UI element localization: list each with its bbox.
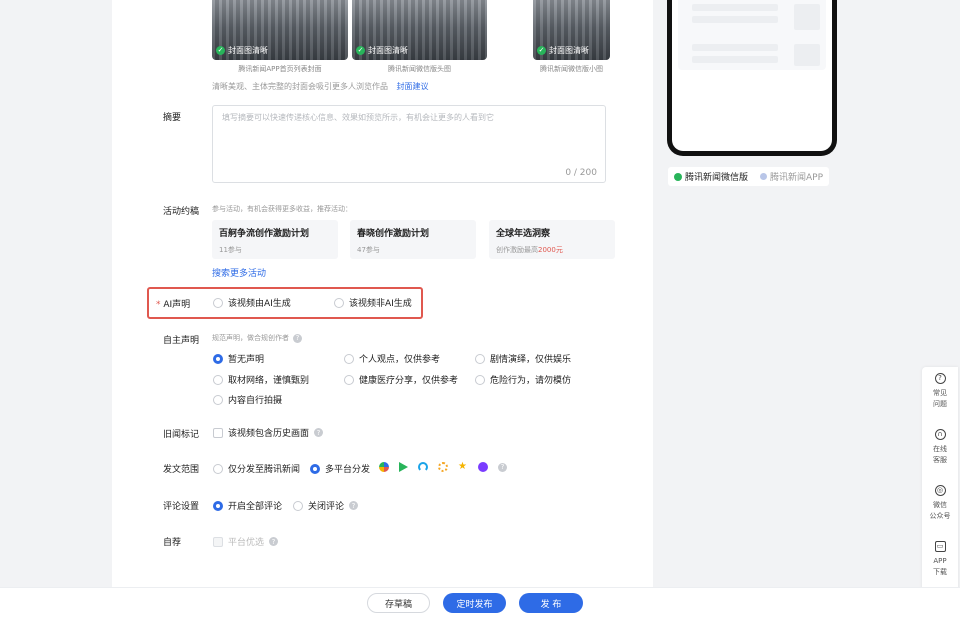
publish-button[interactable]: 发 布 <box>519 593 583 613</box>
radio-icon[interactable] <box>213 394 223 405</box>
platform-icon <box>379 462 389 472</box>
tab-app[interactable]: 腾讯新闻APP <box>754 170 829 183</box>
cover-thumb-wechat-header[interactable]: ✓ 封面图清晰 <box>352 0 487 60</box>
activity-card[interactable]: 百舸争流创作激励计划 11参与 <box>212 220 338 259</box>
cover-thumb-app-list[interactable]: ✓ 封面图清晰 <box>212 0 348 60</box>
declare-option-opinion[interactable]: 个人观点，仅供参考 <box>344 352 440 365</box>
scope-option-tencent-only[interactable]: 仅分发至腾讯新闻 <box>213 462 300 475</box>
more-activity-link[interactable]: 搜索更多活动 <box>212 266 266 279</box>
wechat-icon: ◎ <box>934 485 946 496</box>
checkbox-icon[interactable] <box>213 427 223 438</box>
summary-textarea[interactable]: 填写摘要可以快速传递核心信息、效果如预览所示，有机会让更多的人看到它 0 / 2… <box>212 105 606 183</box>
declare-option-health[interactable]: 健康医疗分享，仅供参考 <box>344 373 458 386</box>
phone-frame <box>667 0 837 156</box>
preview-panel: 腾讯新闻微信版 腾讯新闻APP <box>653 0 960 587</box>
radio-icon[interactable] <box>310 463 320 474</box>
platform-icon <box>418 462 428 472</box>
preview-tabs: 腾讯新闻微信版 腾讯新闻APP <box>668 167 830 186</box>
summary-label: 摘要 <box>163 113 182 123</box>
save-draft-button[interactable]: 存草稿 <box>367 593 430 613</box>
radio-icon[interactable] <box>475 374 485 385</box>
ai-option-generated[interactable]: 该视频由AI生成 <box>213 296 291 309</box>
cover-badge: ✓ 封面图清晰 <box>216 46 268 55</box>
cover-advice-link[interactable]: 封面建议 <box>397 82 429 91</box>
app-icon <box>760 173 768 180</box>
play-icon <box>399 462 408 472</box>
sidebar-app-download[interactable]: ▭ APP 下载 <box>922 541 958 578</box>
platform-icons: ★ ? <box>379 462 507 472</box>
wechat-icon <box>674 172 682 181</box>
summary-counter: 0 / 200 <box>565 168 597 178</box>
radio-icon[interactable] <box>213 297 223 308</box>
declare-option-danger[interactable]: 危险行为，请勿模仿 <box>475 373 571 386</box>
recommend-option[interactable]: 平台优选? <box>213 535 279 548</box>
star-icon: ★ <box>458 461 467 472</box>
old-news-label: 旧闻标记 <box>163 430 200 440</box>
cover-thumb-wechat-small[interactable]: ✓ 封面图清晰 <box>533 0 610 60</box>
ai-option-not-generated[interactable]: 该视频非AI生成 <box>334 296 412 309</box>
schedule-publish-button[interactable]: 定时发布 <box>443 593 506 613</box>
cover-badge: ✓ 封面图清晰 <box>537 46 589 55</box>
sidebar-wechat-account[interactable]: ◎ 微信 公众号 <box>922 485 958 522</box>
scope-option-multi[interactable]: 多平台分发 <box>310 462 370 475</box>
preview-content <box>678 0 826 70</box>
declare-option-self-shot[interactable]: 内容自行拍摄 <box>213 393 282 406</box>
help-icon[interactable]: ? <box>314 428 324 437</box>
old-news-option[interactable]: 该视频包含历史画面? <box>213 426 324 439</box>
radio-icon[interactable] <box>293 500 303 511</box>
comment-option-open[interactable]: 开启全部评论 <box>213 499 282 512</box>
check-icon: ✓ <box>216 46 225 55</box>
help-icon[interactable]: ? <box>269 537 279 546</box>
radio-icon[interactable] <box>213 500 223 511</box>
self-declare-label: 自主声明 <box>163 336 200 346</box>
radio-icon[interactable] <box>475 353 485 364</box>
activity-card[interactable]: 春晓创作激励计划 47参与 <box>350 220 476 259</box>
question-icon: ? <box>934 373 946 384</box>
radio-icon[interactable] <box>213 463 223 474</box>
sidebar-support[interactable]: ∩ 在线 客服 <box>922 429 958 466</box>
check-icon: ✓ <box>537 46 546 55</box>
recommend-label: 自荐 <box>163 538 182 548</box>
platform-icon <box>438 462 448 472</box>
radio-icon[interactable] <box>344 353 354 364</box>
declare-option-network[interactable]: 取材网络，谨慎甄别 <box>213 373 309 386</box>
checkbox-icon[interactable] <box>213 536 223 547</box>
activity-label: 活动约稿 <box>163 207 200 217</box>
activity-hint: 参与活动，有机会获得更多收益，推荐活动： <box>212 205 352 213</box>
comment-label: 评论设置 <box>163 502 200 512</box>
cover-badge: ✓ 封面图清晰 <box>356 46 408 55</box>
platform-icon <box>478 462 488 472</box>
activity-card[interactable]: 全球年选洞察 创作激励最高2000元 <box>489 220 615 259</box>
help-icon[interactable]: ? <box>498 462 507 472</box>
headset-icon: ∩ <box>934 429 946 440</box>
tab-wechat[interactable]: 腾讯新闻微信版 <box>668 170 754 183</box>
radio-icon[interactable] <box>344 374 354 385</box>
radio-icon[interactable] <box>334 297 344 308</box>
check-icon: ✓ <box>356 46 365 55</box>
comment-option-close[interactable]: 关闭评论? <box>293 499 359 512</box>
summary-placeholder: 填写摘要可以快速传递核心信息、效果如预览所示，有机会让更多的人看到它 <box>222 113 494 122</box>
radio-icon[interactable] <box>213 353 223 364</box>
declare-option-drama[interactable]: 剧情演绎，仅供娱乐 <box>475 352 571 365</box>
radio-icon[interactable] <box>213 374 223 385</box>
publish-scope-label: 发文范围 <box>163 465 200 475</box>
sidebar-faq[interactable]: ? 常见 问题 <box>922 373 958 410</box>
ai-label: * AI声明 <box>156 300 191 310</box>
cover-caption: 腾讯新闻微信版小图 <box>540 65 603 73</box>
declare-option-none[interactable]: 暂无声明 <box>213 352 264 365</box>
cover-tip: 清晰美观、主体完整的封面会吸引更多人浏览作品 封面建议 <box>212 82 429 91</box>
help-sidebar: ? 常见 问题 ∩ 在线 客服 ◎ 微信 公众号 ▭ APP 下载 <box>922 367 958 591</box>
cover-caption: 腾讯新闻微信版头图 <box>388 65 451 73</box>
cover-caption: 腾讯新闻APP首页列表封面 <box>238 65 322 73</box>
help-icon[interactable]: ? <box>349 501 359 510</box>
download-icon: ▭ <box>934 541 946 552</box>
help-icon[interactable]: ? <box>293 333 302 343</box>
self-declare-hint: 规范声明，做合规创作者? <box>212 333 302 343</box>
publish-form: ✓ 封面图清晰 ✓ 封面图清晰 ✓ 封面图清晰 腾讯新闻APP首页列表封面 腾讯新闻微… <box>112 0 653 587</box>
